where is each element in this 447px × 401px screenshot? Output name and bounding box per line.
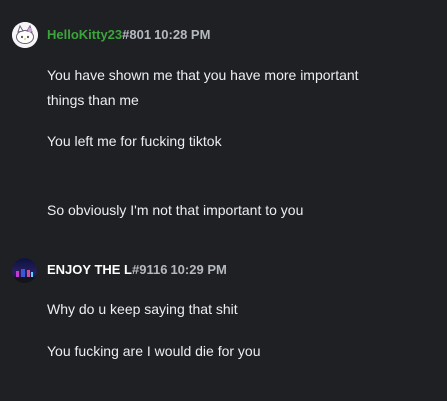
hello-kitty-avatar-icon-svg — [12, 22, 38, 48]
message-text: You fucking are I would die for you — [47, 343, 261, 359]
timestamp: 10:28 PM — [154, 27, 211, 42]
message-header: HelloKitty23#801 10:28 PM — [47, 27, 210, 43]
discriminator: #9116 — [132, 262, 168, 277]
hello-kitty-avatar-icon[interactable] — [12, 22, 38, 48]
message-text: So obviously I'm not that important to y… — [47, 202, 304, 218]
username[interactable]: ENJOY THE L — [47, 262, 132, 277]
message-header: ENJOY THE L#9116 10:29 PM — [47, 262, 227, 278]
message-text: You have shown me that you have more imp… — [47, 67, 359, 83]
message-text: Why do u keep saying that shit — [47, 301, 238, 317]
night-scene-avatar-icon-svg — [12, 258, 37, 283]
timestamp: 10:29 PM — [170, 262, 227, 277]
discriminator: #801 — [122, 27, 152, 42]
message-text: things than me — [47, 92, 139, 108]
message-text: You left me for fucking tiktok — [47, 133, 222, 149]
night-scene-avatar-icon[interactable] — [12, 258, 37, 283]
username[interactable]: HelloKitty23 — [47, 27, 122, 42]
